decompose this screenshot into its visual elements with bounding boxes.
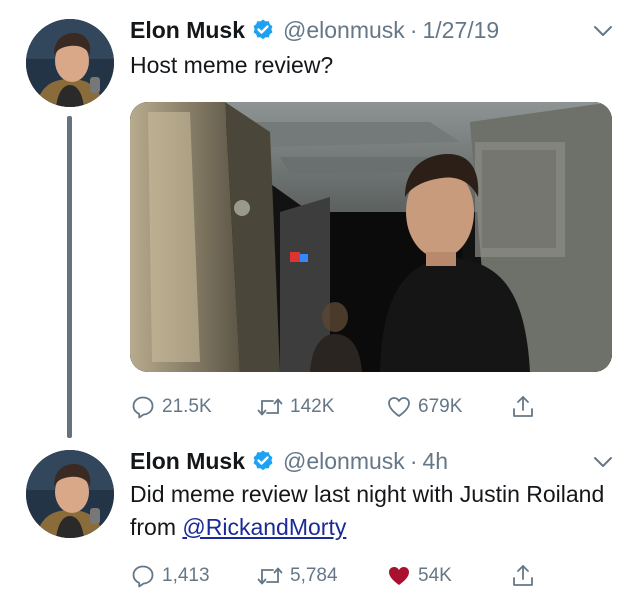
tweet-actions: 1,413 5,784 54K	[130, 561, 550, 591]
retweet-icon	[256, 394, 284, 420]
tweet-text: Host meme review?	[130, 52, 334, 78]
thread-connector-line	[67, 116, 72, 438]
retweet-button[interactable]: 142K	[256, 392, 334, 422]
reply-button[interactable]: 1,413	[130, 561, 210, 591]
like-button[interactable]: 54K	[386, 561, 452, 591]
retweet-count: 5,784	[290, 565, 338, 586]
like-count: 679K	[418, 396, 463, 417]
chevron-down-icon[interactable]	[592, 20, 614, 42]
retweet-button[interactable]: 5,784	[256, 561, 338, 591]
separator-dot: ·	[409, 16, 418, 43]
like-count: 54K	[418, 565, 452, 586]
heart-icon	[386, 394, 412, 420]
avatar[interactable]	[26, 19, 114, 107]
reply-count: 1,413	[162, 565, 210, 586]
separator-dot: ·	[409, 447, 418, 474]
tweet-header: Elon Musk @elonmusk · 4h	[130, 446, 448, 476]
tweet-photo[interactable]	[130, 102, 612, 372]
chevron-down-icon[interactable]	[592, 451, 614, 473]
share-icon	[510, 563, 536, 589]
share-icon	[510, 394, 536, 420]
tweet-2[interactable]: Elon Musk @elonmusk · 4h Did meme review…	[0, 440, 640, 603]
avatar[interactable]	[26, 450, 114, 538]
share-button[interactable]	[510, 392, 536, 422]
tweet-1[interactable]: Elon Musk @elonmusk · 1/27/19 Host meme …	[0, 0, 640, 440]
handle[interactable]: @elonmusk	[283, 17, 405, 44]
display-name[interactable]: Elon Musk	[130, 17, 245, 44]
timestamp[interactable]: 4h	[422, 448, 448, 475]
share-button[interactable]	[510, 561, 536, 591]
reply-button[interactable]: 21.5K	[130, 392, 212, 422]
reply-bubble-icon	[130, 394, 156, 420]
mention-link[interactable]: @RickandMorty	[182, 514, 346, 540]
reply-count: 21.5K	[162, 396, 212, 417]
retweet-icon	[256, 563, 284, 589]
like-button[interactable]: 679K	[386, 392, 462, 422]
handle[interactable]: @elonmusk	[283, 448, 405, 475]
timestamp[interactable]: 1/27/19	[422, 17, 499, 44]
display-name[interactable]: Elon Musk	[130, 448, 245, 475]
tweet-text: Did meme review last night with Justin R…	[130, 478, 610, 544]
verified-badge-icon	[251, 18, 275, 42]
retweet-count: 142K	[290, 396, 335, 417]
tweet-header: Elon Musk @elonmusk · 1/27/19	[130, 15, 499, 45]
heart-icon	[386, 563, 412, 589]
reply-bubble-icon	[130, 563, 156, 589]
verified-badge-icon	[251, 449, 275, 473]
tweet-actions: 21.5K 142K 679K	[130, 392, 550, 422]
